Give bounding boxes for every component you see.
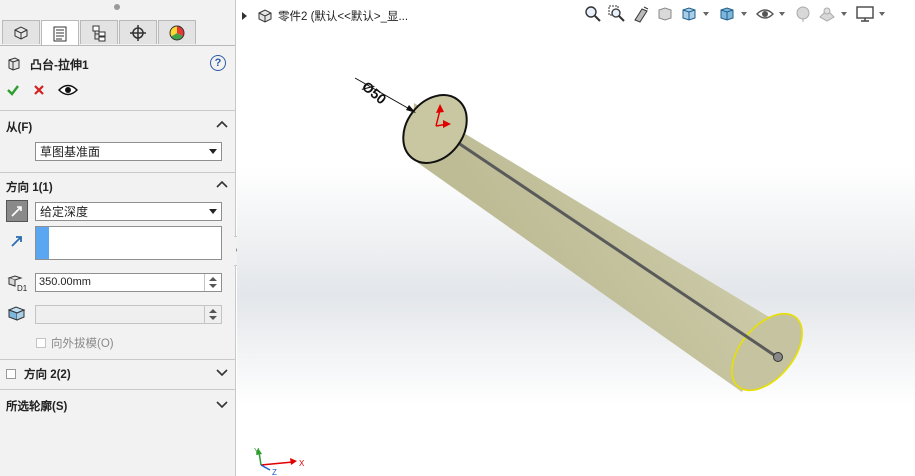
direction-vector-icon-box: [6, 230, 28, 252]
draft-angle-input[interactable]: [35, 305, 222, 324]
feature-manager-icon: [14, 25, 28, 40]
cancel-close-icon[interactable]: [32, 83, 46, 97]
reference-triad: X Y Z: [254, 447, 305, 476]
draft-outward-checkbox[interactable]: [36, 338, 46, 348]
direction1-title: 方向 1(1): [6, 182, 53, 194]
selected-contours-title: 所选轮廓(S): [6, 401, 68, 413]
from-section-title: 从(F): [6, 122, 33, 134]
dimxpert-icon: [130, 24, 146, 41]
tab-display-manager[interactable]: [158, 20, 196, 44]
extrude-boss-icon: [8, 57, 20, 71]
start-condition-select[interactable]: 草图基准面: [35, 142, 222, 161]
draft-outward-option[interactable]: 向外拔模(O): [36, 335, 114, 351]
tab-configuration-manager[interactable]: [80, 20, 118, 44]
help-icon[interactable]: ?: [210, 55, 226, 71]
model-viewport[interactable]: Ø50 X Y Z: [237, 0, 915, 476]
reverse-direction-icon: [11, 206, 22, 217]
tab-property-manager[interactable]: [41, 20, 79, 46]
sketch-axis-line[interactable]: [435, 126, 778, 359]
draft-on-off-icon: [7, 306, 26, 321]
selected-contours-section-header[interactable]: 所选轮廓(S): [6, 397, 232, 415]
property-manager-icon: [53, 26, 67, 41]
direction2-checkbox[interactable]: [6, 369, 16, 379]
tab-dimxpert-manager[interactable]: [119, 20, 157, 44]
chevron-up-icon[interactable]: [216, 180, 228, 190]
display-manager-icon: [169, 25, 185, 40]
triad-z-label: Z: [272, 468, 277, 476]
manager-tabs: [2, 20, 197, 46]
depth-icon-box: D1: [6, 272, 28, 294]
end-point-marker[interactable]: [773, 352, 783, 362]
direction1-section-header[interactable]: 方向 1(1): [6, 178, 232, 196]
feature-header: 凸台-拉伸1 ?: [6, 54, 230, 74]
active-selection-marker: [36, 227, 49, 259]
from-section-header[interactable]: 从(F): [6, 118, 232, 136]
direction2-title: 方向 2(2): [24, 369, 71, 381]
draft-outward-label: 向外拔模(O): [51, 338, 114, 350]
ok-checkmark-icon[interactable]: [6, 83, 20, 97]
depth-d1-icon: D1: [7, 275, 27, 292]
reverse-direction-button[interactable]: [6, 200, 28, 222]
triad-x-label: X: [299, 459, 305, 468]
end-condition-select[interactable]: 给定深度: [35, 202, 222, 221]
direction-arrow-icon: [11, 236, 22, 247]
draft-angle-spinner[interactable]: [204, 306, 221, 323]
end-condition-value: 给定深度: [40, 205, 89, 219]
action-buttons: [6, 83, 78, 97]
graphics-area[interactable]: 零件2 (默认<<默认>_显... Ø50 X Y Z: [237, 0, 915, 476]
start-condition-value: 草图基准面: [40, 145, 101, 159]
chevron-up-icon[interactable]: [216, 120, 228, 130]
direction-selection-box[interactable]: [35, 226, 222, 260]
chevron-down-icon[interactable]: [216, 399, 228, 409]
svg-text:D1: D1: [17, 284, 27, 292]
chevron-down-icon[interactable]: [216, 367, 228, 377]
dropdown-arrow-icon: [209, 149, 217, 154]
property-manager-panel: 凸台-拉伸1 ? 从(F) 草图基准面 方向 1(1) 给定深度 D1 350.…: [0, 0, 236, 476]
configuration-manager-icon: [92, 25, 106, 41]
draft-icon-box[interactable]: [6, 302, 28, 324]
depth-value: 350.00mm: [39, 276, 91, 288]
triad-y-label: Y: [254, 447, 260, 456]
dropdown-arrow-icon: [209, 209, 217, 214]
preview-eye-icon[interactable]: [58, 83, 78, 97]
panel-grip[interactable]: [114, 4, 120, 10]
depth-input[interactable]: 350.00mm: [35, 273, 222, 292]
tab-feature-manager[interactable]: [2, 20, 40, 44]
direction2-section-header[interactable]: 方向 2(2): [6, 365, 232, 383]
feature-title: 凸台-拉伸1: [30, 57, 89, 72]
depth-spinner[interactable]: [204, 274, 221, 291]
